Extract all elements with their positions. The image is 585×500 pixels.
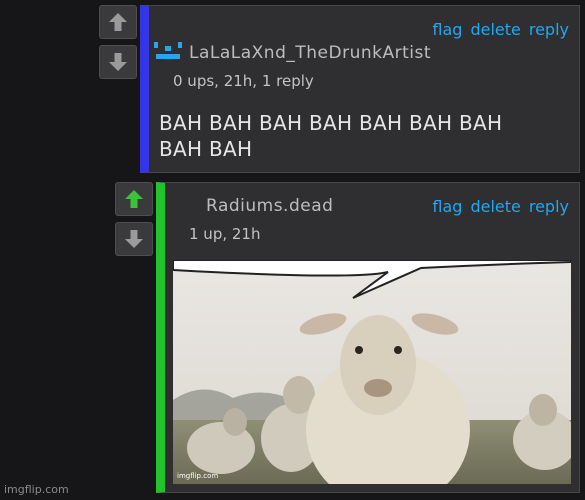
vote-column-comment-1 xyxy=(99,5,137,79)
sheep-image: imgflip.com xyxy=(172,259,577,500)
comment-username[interactable]: LaLaLaXnd_TheDrunkArtist xyxy=(189,43,431,63)
comment-1: flag delete reply LaLaLaXnd_TheDrunkArti… xyxy=(140,5,580,173)
user-badge-icon xyxy=(154,42,182,59)
flag-link[interactable]: flag xyxy=(432,197,462,216)
image-caption: imgflip.com xyxy=(177,472,218,480)
comment-meta: 0 ups, 21h, 1 reply xyxy=(173,72,314,90)
vote-column-comment-2 xyxy=(115,182,153,256)
comment-actions: flag delete reply xyxy=(432,20,569,39)
downvote-button[interactable] xyxy=(115,222,153,256)
arrow-down-icon xyxy=(109,53,127,71)
arrow-down-icon xyxy=(125,230,143,248)
delete-link[interactable]: delete xyxy=(470,197,520,216)
comment-body: BAH BAH BAH BAH BAH BAH BAH BAH BAH xyxy=(159,111,503,161)
upvote-button[interactable] xyxy=(99,5,137,39)
delete-link[interactable]: delete xyxy=(470,20,520,39)
comment-2: flag delete reply Radiums.dead 1 up, 21h xyxy=(156,182,580,500)
comment-username[interactable]: Radiums.dead xyxy=(206,196,333,216)
comment-image[interactable]: imgflip.com xyxy=(172,259,577,500)
arrow-up-icon xyxy=(125,190,143,208)
flag-link[interactable]: flag xyxy=(432,20,462,39)
downvote-button[interactable] xyxy=(99,45,137,79)
reply-link[interactable]: reply xyxy=(529,197,569,216)
comment-meta: 1 up, 21h xyxy=(189,225,261,243)
imgflip-watermark: imgflip.com xyxy=(4,483,69,496)
arrow-up-icon xyxy=(109,13,127,31)
comment-actions: flag delete reply xyxy=(432,197,569,216)
reply-link[interactable]: reply xyxy=(529,20,569,39)
upvote-button[interactable] xyxy=(115,182,153,216)
